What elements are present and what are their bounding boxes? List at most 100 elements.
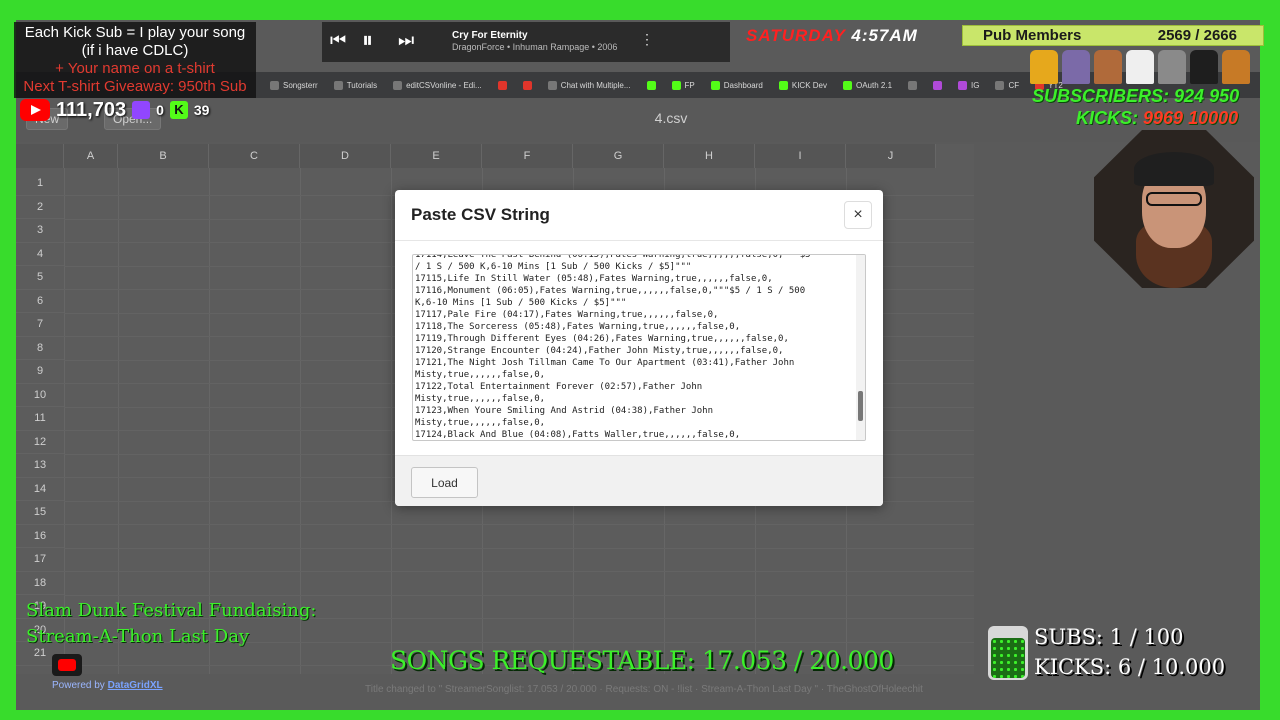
bookmark-icon [671, 80, 681, 90]
csv-textarea[interactable]: 17114,Leave The Past Behind (06:15),Fate… [412, 254, 866, 441]
column-header[interactable]: C [209, 144, 300, 168]
grid-corner [16, 144, 64, 168]
close-button[interactable]: × [844, 201, 872, 229]
pub-members-bar: Pub Members 2569 / 2666 [962, 25, 1264, 46]
row-header[interactable]: 7 [16, 313, 64, 337]
bookmark-icon [995, 80, 1005, 90]
bookmark-item[interactable] [515, 80, 540, 90]
load-button[interactable]: Load [411, 467, 478, 498]
bookmark-label: KICK Dev [791, 80, 827, 90]
music-player: ⏮ ⏸ ⏭ Cry For Eternity DragonForce • Inh… [322, 22, 730, 62]
row-header[interactable]: 2 [16, 196, 64, 219]
dialog-footer: Load [395, 455, 883, 506]
t-shirt-row [1030, 50, 1260, 88]
t-shirt-icon [1094, 50, 1122, 84]
youtube-logo-icon [52, 654, 82, 676]
t-shirt-icon [1062, 50, 1090, 84]
bookmark-item[interactable] [925, 80, 950, 90]
column-header[interactable]: D [300, 144, 391, 168]
bookmark-icon [933, 80, 943, 90]
day-clock: SATURDAY 4:57AM [746, 26, 932, 46]
subs-goal-text: SUBS: 1 / 100 [1034, 625, 1184, 649]
scrollbar-thumb[interactable] [858, 391, 863, 421]
bookmark-item[interactable] [900, 80, 925, 90]
bookmark-label: OAuth 2.1 [856, 80, 893, 90]
column-header[interactable]: H [664, 144, 755, 168]
bookmark-item[interactable]: KICK Dev [771, 80, 835, 90]
chat-ticker: Title changed to " StreamerSonglist: 17.… [365, 684, 923, 695]
goal-jar-icon [988, 626, 1028, 680]
subscribers-label: SUBSCRIBERS: [1032, 86, 1170, 106]
row-header[interactable]: 15 [16, 501, 64, 525]
bookmark-label: IG [971, 80, 980, 90]
bookmark-item[interactable]: Chat with Multiple... [540, 80, 639, 90]
subscribers-goal: SUBSCRIBERS: 924 950 [1032, 86, 1239, 107]
clock-time: 4:57AM [851, 26, 918, 45]
row-header[interactable]: 9 [16, 360, 64, 384]
column-header[interactable]: E [391, 144, 482, 168]
textarea-scrollbar[interactable] [856, 255, 865, 440]
bookmark-item[interactable]: editCSVonline - Edi... [385, 80, 490, 90]
row-header[interactable]: 12 [16, 431, 64, 454]
column-header[interactable]: G [573, 144, 664, 168]
bookmark-item[interactable]: IG [950, 80, 987, 90]
column-header[interactable]: B [118, 144, 209, 168]
webcam-figure [1134, 152, 1214, 186]
bookmark-icon [908, 80, 918, 90]
kicks-goal-text: KICKS: 6 / 10.000 [1034, 655, 1226, 679]
previous-icon[interactable]: ⏮ [330, 30, 346, 51]
row-header[interactable]: 10 [16, 384, 64, 407]
webcam-figure [1146, 192, 1202, 206]
twitch-icon [132, 101, 151, 119]
row-header[interactable]: 17 [16, 548, 64, 572]
subs-kicks-goals: SUBS: 1 / 100 KICKS: 6 / 10.000 [1034, 622, 1225, 682]
kicks-goal: KICKS: 9969 10000 [1076, 108, 1238, 129]
row-header[interactable]: 6 [16, 290, 64, 313]
bookmark-item[interactable] [639, 80, 664, 90]
pub-members-label: Pub Members [983, 27, 1082, 44]
column-header[interactable]: J [846, 144, 936, 168]
bookmark-label: Chat with Multiple... [560, 80, 631, 90]
subscribers-value: 924 [1174, 86, 1205, 106]
bookmark-item[interactable]: Dashboard [703, 80, 771, 90]
row-header[interactable]: 14 [16, 478, 64, 501]
t-shirt-icon [1126, 50, 1154, 84]
t-shirt-icon [1158, 50, 1186, 84]
column-header[interactable]: I [755, 144, 846, 168]
bookmark-item[interactable]: CF [987, 80, 1027, 90]
row-header[interactable]: 13 [16, 454, 64, 478]
column-header[interactable]: A [64, 144, 118, 168]
more-options-icon[interactable]: ⋮ [640, 31, 654, 48]
sub-rule-line-1: Each Kick Sub = I play your song [24, 24, 246, 41]
row-header[interactable]: 18 [16, 572, 64, 595]
bookmark-item[interactable] [490, 80, 515, 90]
bookmark-item[interactable]: Tutorials [326, 80, 385, 90]
bookmark-item[interactable]: OAuth 2.1 [835, 80, 900, 90]
bookmark-icon [393, 80, 403, 90]
pause-icon[interactable]: ⏸ [362, 27, 373, 53]
row-header[interactable]: 1 [16, 172, 64, 196]
kicks-target: 10000 [1188, 108, 1239, 128]
grid-line [64, 571, 974, 572]
bookmark-icon [522, 80, 532, 90]
kicks-label: KICKS: [1076, 108, 1138, 128]
row-header[interactable]: 16 [16, 525, 64, 548]
dialog-divider [395, 240, 883, 241]
fundraising-line-1: Slam Dunk Festival Fundaising: [26, 600, 317, 621]
follower-counts: 111,703 0 K 39 [20, 98, 209, 122]
column-header[interactable]: F [482, 144, 573, 168]
bookmark-item[interactable]: FP [664, 80, 703, 90]
row-header[interactable]: 3 [16, 219, 64, 243]
next-icon[interactable]: ⏭ [398, 30, 414, 51]
bookmark-item[interactable]: Songsterr [262, 80, 326, 90]
row-header[interactable]: 5 [16, 266, 64, 290]
datagridxl-link[interactable]: DataGridXL [108, 680, 163, 691]
kick-icon: K [169, 101, 188, 119]
row-header[interactable]: 4 [16, 243, 64, 266]
row-header[interactable]: 8 [16, 337, 64, 360]
songs-requestable: SONGS REQUESTABLE: 17.053 / 20.000 [390, 646, 894, 675]
clock-day: SATURDAY [746, 26, 846, 45]
track-meta: DragonForce • Inhuman Rampage • 2006 [452, 42, 618, 52]
kick-sub-rules-panel: Each Kick Sub = I play your song (if i h… [14, 22, 256, 98]
row-header[interactable]: 11 [16, 407, 64, 431]
